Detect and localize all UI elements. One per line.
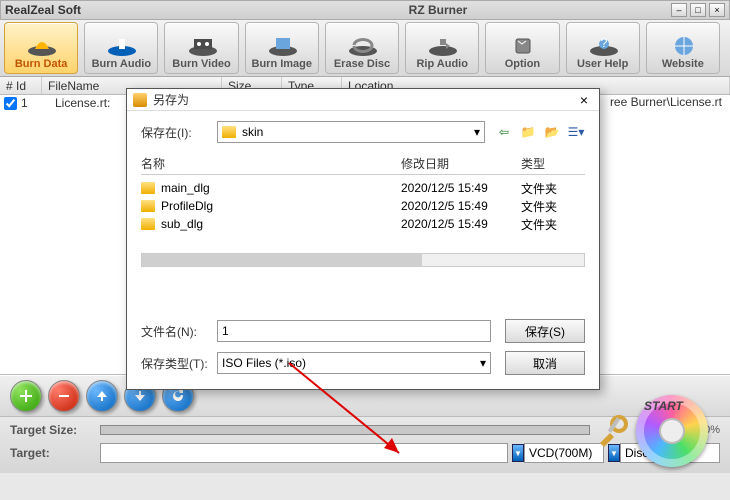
- chevron-down-icon: ▾: [480, 356, 486, 370]
- cancel-button[interactable]: 取消: [505, 351, 585, 375]
- toolbar-label: Burn Data: [15, 58, 68, 70]
- toolbar-option[interactable]: Option: [485, 22, 559, 74]
- media-value: VCD(700M): [529, 446, 592, 460]
- folder-row[interactable]: main_dlg2020/12/5 15:49文件夹: [141, 179, 585, 197]
- toolbar-icon: [266, 34, 298, 58]
- new-folder-icon[interactable]: 📂: [543, 123, 561, 141]
- toolbar-label: Option: [505, 58, 540, 70]
- add-button[interactable]: [10, 380, 42, 412]
- size-progress: [100, 425, 590, 435]
- toolbar-user-help[interactable]: ? User Help: [566, 22, 640, 74]
- toolbar-burn-image[interactable]: Burn Image: [245, 22, 319, 74]
- start-area: START: [594, 391, 724, 471]
- toolbar-icon: [426, 34, 458, 58]
- filename-input[interactable]: [217, 320, 491, 342]
- up-folder-icon[interactable]: 📁: [519, 123, 537, 141]
- bottom-panel: Target Size: 0.06M/700M 0% Target: ▼ VCD…: [0, 417, 730, 473]
- brand-label: RealZeal Soft: [5, 3, 205, 17]
- svg-text:?: ?: [600, 36, 607, 50]
- toolbar-label: Erase Disc: [334, 58, 390, 70]
- view-menu-icon[interactable]: ☰▾: [567, 123, 585, 141]
- toolbar-rip-audio[interactable]: Rip Audio: [405, 22, 479, 74]
- toolbar-icon: [346, 34, 378, 58]
- start-button[interactable]: START: [636, 395, 708, 467]
- col-date[interactable]: 修改日期: [401, 155, 521, 172]
- media-select[interactable]: VCD(700M): [524, 443, 604, 463]
- toolbar-label: Burn Video: [172, 58, 230, 70]
- save-in-select[interactable]: skin ▾: [217, 121, 485, 143]
- toolbar-burn-audio[interactable]: Burn Audio: [84, 22, 158, 74]
- save-as-dialog: 另存为 × 保存在(I): skin ▾ ⇦ 📁 📂 ☰▾ 名称 修改日期 类型…: [126, 88, 600, 390]
- toolbar-burn-video[interactable]: Burn Video: [164, 22, 238, 74]
- target-label: Target:: [10, 446, 100, 460]
- target-size-label: Target Size:: [10, 423, 100, 437]
- tools-icon[interactable]: [594, 413, 630, 449]
- window-title: RZ Burner: [205, 3, 671, 17]
- filename-label: 文件名(N):: [141, 323, 217, 340]
- close-button[interactable]: ×: [709, 3, 725, 17]
- toolbar-icon: [667, 34, 699, 58]
- toolbar-label: Burn Image: [252, 58, 313, 70]
- dialog-icon: [133, 93, 147, 107]
- toolbar-icon: [105, 34, 137, 58]
- folder-row[interactable]: ProfileDlg2020/12/5 15:49文件夹: [141, 197, 585, 215]
- toolbar-label: Rip Audio: [416, 58, 468, 70]
- target-input[interactable]: [100, 443, 508, 463]
- row-filename: License.rt:: [55, 96, 110, 110]
- title-bar: RealZeal Soft RZ Burner – □ ×: [0, 0, 730, 20]
- remove-button[interactable]: [48, 380, 80, 412]
- toolbar-erase-disc[interactable]: Erase Disc: [325, 22, 399, 74]
- toolbar-icon: [506, 34, 538, 58]
- toolbar-website[interactable]: Website: [646, 22, 720, 74]
- col-type[interactable]: 类型: [521, 155, 585, 172]
- row-location: ree Burner\License.rt: [610, 95, 722, 109]
- toolbar-icon: [25, 34, 57, 58]
- start-text: START: [644, 399, 683, 413]
- folder-row[interactable]: sub_dlg2020/12/5 15:49文件夹: [141, 215, 585, 233]
- folder-icon: [141, 218, 155, 230]
- toolbar-burn-data[interactable]: Burn Data: [4, 22, 78, 74]
- maximize-button[interactable]: □: [690, 3, 706, 17]
- row-id: 1: [21, 96, 35, 110]
- col-name[interactable]: 名称: [141, 155, 401, 172]
- minimize-button[interactable]: –: [671, 3, 687, 17]
- toolbar-label: Website: [662, 58, 704, 70]
- row-checkbox[interactable]: [4, 97, 17, 110]
- folder-icon: [141, 182, 155, 194]
- dialog-title: 另存为: [153, 91, 575, 108]
- save-in-label: 保存在(I):: [141, 124, 217, 141]
- col-id[interactable]: # Id: [0, 77, 42, 94]
- up-button[interactable]: [86, 380, 118, 412]
- horizontal-scrollbar[interactable]: [141, 253, 585, 267]
- dialog-close-button[interactable]: ×: [575, 92, 593, 108]
- toolbar-icon: [186, 34, 218, 58]
- main-toolbar: Burn Data Burn Audio Burn Video Burn Image E…: [0, 20, 730, 77]
- chevron-down-icon: ▾: [474, 125, 480, 139]
- toolbar-icon: ?: [587, 34, 619, 58]
- dialog-titlebar: 另存为 ×: [127, 89, 599, 111]
- target-dropdown[interactable]: ▼: [512, 444, 524, 462]
- savetype-select[interactable]: ISO Files (*.iso) ▾: [217, 352, 491, 374]
- folder-icon: [222, 126, 236, 138]
- folder-icon: [141, 200, 155, 212]
- toolbar-label: Burn Audio: [92, 58, 151, 70]
- savetype-label: 保存类型(T):: [141, 355, 217, 372]
- toolbar-label: User Help: [577, 58, 628, 70]
- file-browser: 名称 修改日期 类型 main_dlg2020/12/5 15:49文件夹Pro…: [141, 155, 585, 313]
- back-icon[interactable]: ⇦: [495, 123, 513, 141]
- save-button[interactable]: 保存(S): [505, 319, 585, 343]
